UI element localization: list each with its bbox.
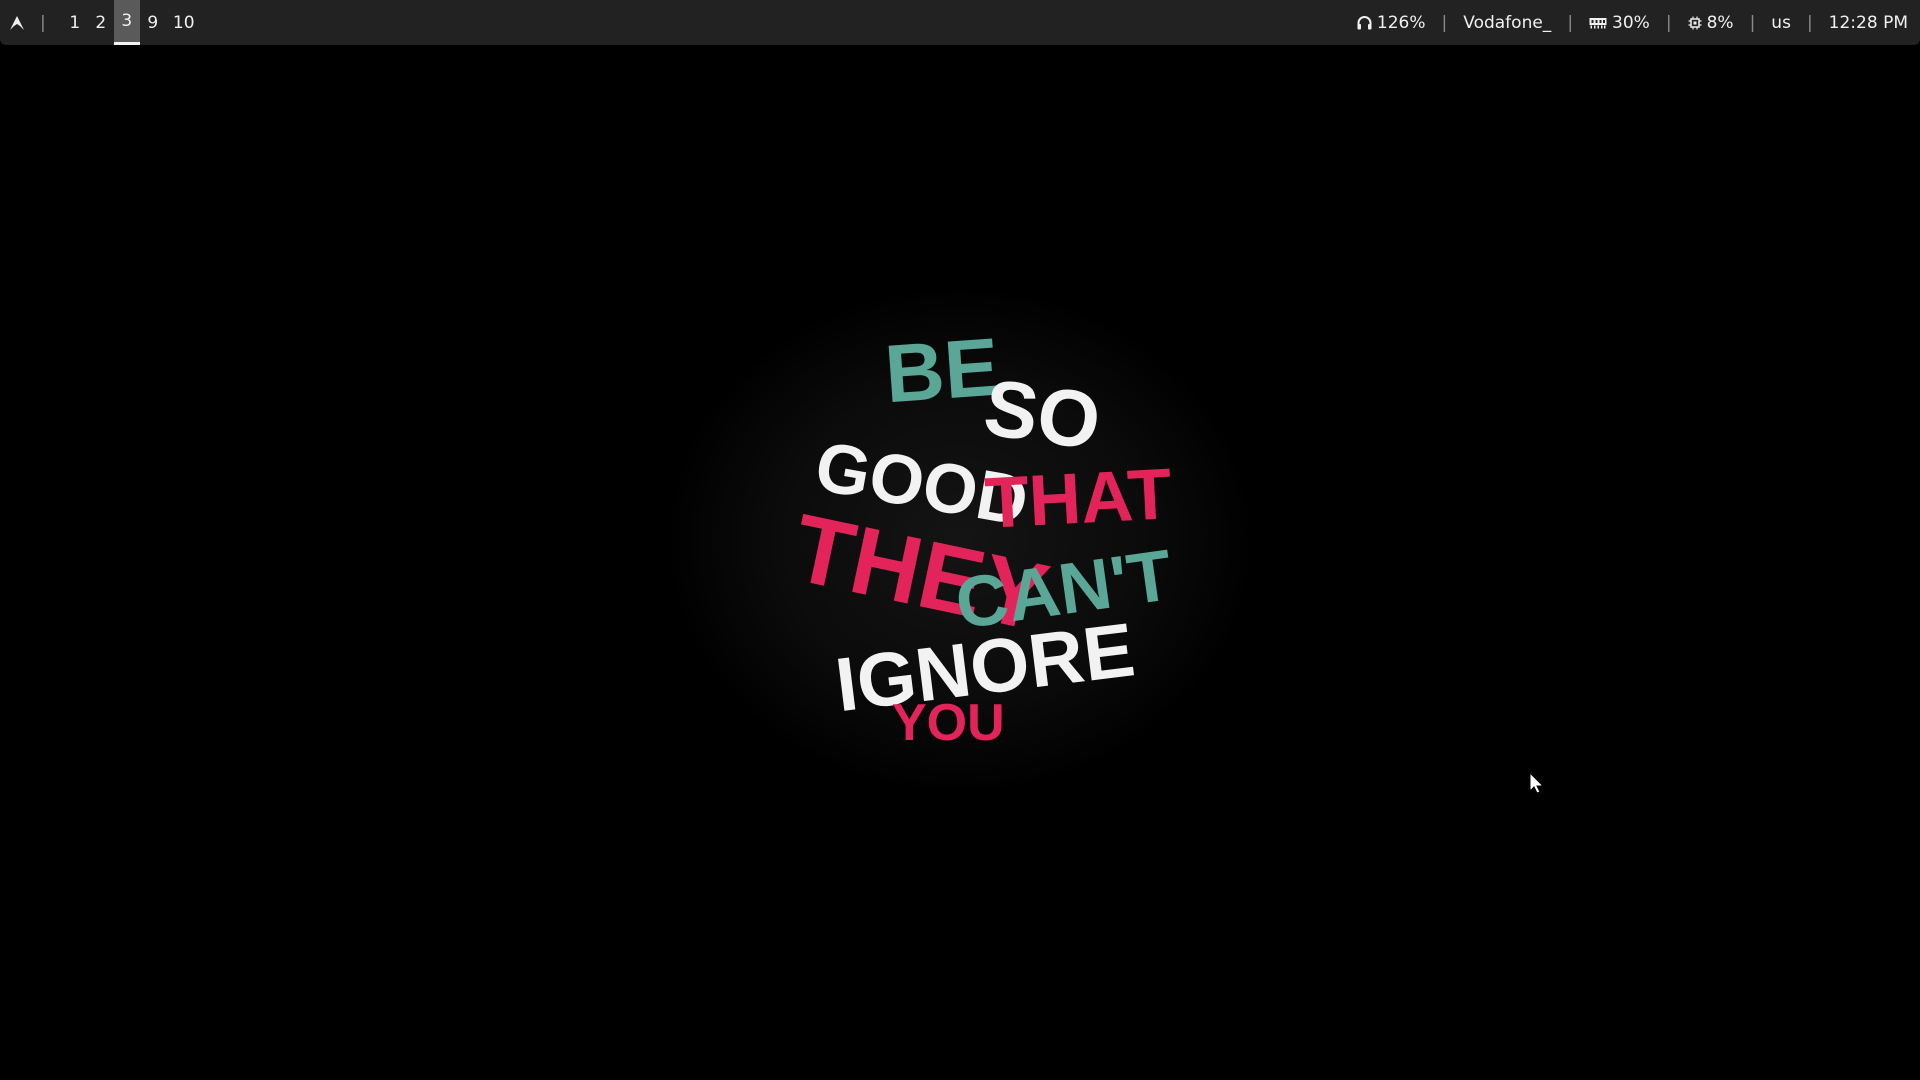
separator: | [1806, 12, 1813, 33]
clock: 12:28 PM [1828, 12, 1908, 33]
quote-word-be: BE [882, 322, 1002, 421]
separator: | [40, 12, 46, 33]
quote-graphic: BE SO GOOD THAT THEY CAN'T IGNORE YOU [784, 322, 1177, 752]
workspace-1-button[interactable]: 1 [62, 0, 88, 45]
volume-value: 126% [1376, 12, 1426, 33]
separator: | [1749, 12, 1756, 33]
separator: | [1665, 12, 1672, 33]
workspace-label: 10 [172, 12, 195, 33]
workspace-2-button[interactable]: 2 [88, 0, 114, 45]
memory-icon [1589, 17, 1607, 28]
workspace-label: 2 [95, 12, 107, 33]
keyboard-layout: us [1771, 12, 1791, 33]
keyboard-layout-module[interactable]: us [1771, 13, 1791, 33]
clock-module[interactable]: 12:28 PM [1829, 13, 1908, 33]
quote-word-so: SO [979, 362, 1106, 466]
memory-module[interactable]: 30% [1589, 13, 1650, 33]
quote-word-that: THAT [983, 454, 1174, 544]
workspace-label: 9 [147, 12, 159, 33]
volume-module[interactable]: 126% [1357, 13, 1426, 33]
bar-right: 126% | Vodafone_ | 30% | 8% | us | 12:28… [1357, 0, 1908, 45]
network-module[interactable]: Vodafone_ [1463, 13, 1551, 33]
top-bar: | 1 2 3 9 10 126% | Vodafone_ | 30% | 8%… [0, 0, 1920, 45]
desktop: | 1 2 3 9 10 126% | Vodafone_ | 30% | 8%… [0, 0, 1920, 1080]
separator: | [1567, 12, 1574, 33]
wallpaper-artwork: BE SO GOOD THAT THEY CAN'T IGNORE YOU [640, 270, 1280, 810]
cpu-value: 8% [1706, 12, 1734, 33]
mouse-cursor-icon [1528, 771, 1545, 798]
bar-left: | 1 2 3 9 10 [0, 0, 202, 45]
separator: | [1441, 12, 1448, 33]
workspace-9-button[interactable]: 9 [140, 0, 166, 45]
quote-word-you: YOU [892, 694, 1005, 752]
workspace-10-button[interactable]: 10 [166, 0, 202, 45]
cpu-icon [1688, 16, 1702, 29]
headphones-icon [1357, 15, 1372, 29]
arch-logo-icon[interactable] [0, 0, 34, 45]
workspace-3-button[interactable]: 3 [113, 0, 140, 45]
workspace-list: 1 2 3 9 10 [62, 0, 202, 45]
workspace-label: 1 [69, 12, 81, 33]
workspace-label: 3 [121, 11, 133, 31]
memory-value: 30% [1612, 12, 1650, 33]
cpu-module[interactable]: 8% [1688, 13, 1734, 33]
network-name: Vodafone_ [1463, 12, 1552, 33]
